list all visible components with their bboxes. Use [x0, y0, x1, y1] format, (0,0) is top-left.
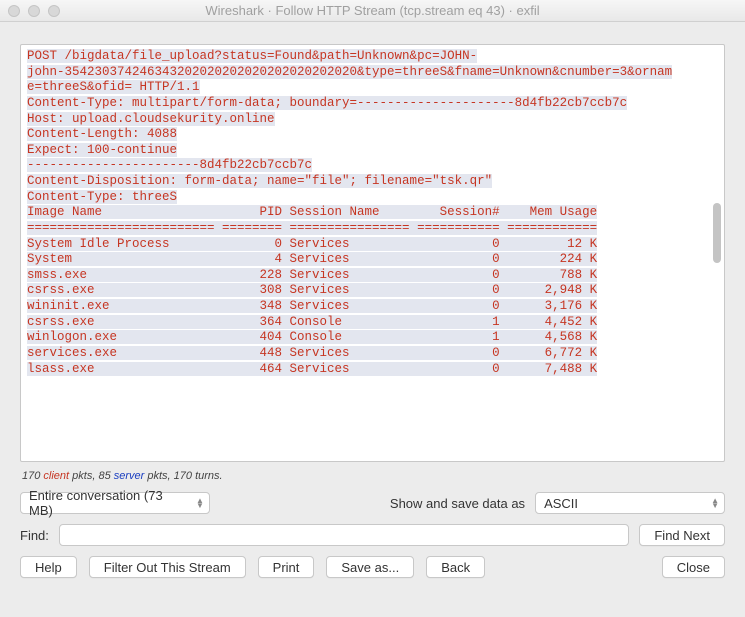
zoom-window-button[interactable] [48, 5, 60, 17]
window-title: Wireshark · Follow HTTP Stream (tcp.stre… [205, 3, 539, 18]
server-pkts-count: 85 [98, 470, 110, 482]
stream-line: POST /bigdata/file_upload?status=Found&p… [27, 49, 704, 65]
back-button[interactable]: Back [426, 556, 485, 578]
find-input[interactable] [59, 524, 629, 546]
stream-line: Content-Type: multipart/form-data; bound… [27, 96, 704, 112]
conversation-row: Entire conversation (73 MB) ▲▼ Show and … [20, 492, 725, 514]
stream-line: e=threeS&ofid= HTTP/1.1 [27, 80, 704, 96]
content-area: POST /bigdata/file_upload?status=Found&p… [0, 22, 745, 617]
stream-line: csrss.exe 364 Console 1 4,452 K [27, 315, 704, 331]
help-button[interactable]: Help [20, 556, 77, 578]
close-window-button[interactable] [8, 5, 20, 17]
stream-line: Host: upload.cloudsekurity.online [27, 112, 704, 128]
turns-count: 170 turns. [174, 470, 223, 482]
scroll-thumb[interactable] [713, 203, 721, 263]
traffic-lights [8, 5, 60, 17]
stream-line: -----------------------8d4fb22cb7ccb7c [27, 158, 704, 174]
client-label: client [43, 470, 69, 482]
bottom-button-row: Help Filter Out This Stream Print Save a… [20, 556, 725, 578]
chevron-updown-icon: ▲▼ [196, 498, 204, 508]
print-button[interactable]: Print [258, 556, 315, 578]
encoding-select[interactable]: ASCII ▲▼ [535, 492, 725, 514]
server-label: server [114, 470, 145, 482]
stream-line: services.exe 448 Services 0 6,772 K [27, 346, 704, 362]
minimize-window-button[interactable] [28, 5, 40, 17]
find-label: Find: [20, 528, 49, 543]
filter-out-stream-button[interactable]: Filter Out This Stream [89, 556, 246, 578]
stream-text-area[interactable]: POST /bigdata/file_upload?status=Found&p… [20, 44, 725, 462]
find-row: Find: Find Next [20, 524, 725, 546]
stream-line: wininit.exe 348 Services 0 3,176 K [27, 299, 704, 315]
stream-content: POST /bigdata/file_upload?status=Found&p… [21, 45, 710, 461]
vertical-scrollbar[interactable] [711, 46, 723, 460]
stream-line: Content-Length: 4088 [27, 127, 704, 143]
stream-line: csrss.exe 308 Services 0 2,948 K [27, 283, 704, 299]
client-pkts-count: 170 [22, 470, 40, 482]
stream-line: System Idle Process 0 Services 0 12 K [27, 237, 704, 253]
conversation-select[interactable]: Entire conversation (73 MB) ▲▼ [20, 492, 210, 514]
stream-line: Content-Disposition: form-data; name="fi… [27, 174, 704, 190]
stream-line: lsass.exe 464 Services 0 7,488 K [27, 362, 704, 378]
stream-line: ========================= ======== =====… [27, 221, 704, 237]
stream-line: Expect: 100-continue [27, 143, 704, 159]
stream-line: Content-Type: threeS [27, 190, 704, 206]
find-next-button[interactable]: Find Next [639, 524, 725, 546]
stream-line: Image Name PID Session Name Session# Mem… [27, 205, 704, 221]
stream-line: smss.exe 228 Services 0 788 K [27, 268, 704, 284]
packet-summary: 170 client pkts, 85 server pkts, 170 tur… [22, 470, 723, 482]
encoding-select-value: ASCII [544, 496, 578, 511]
save-as-button[interactable]: Save as... [326, 556, 414, 578]
titlebar: Wireshark · Follow HTTP Stream (tcp.stre… [0, 0, 745, 22]
chevron-updown-icon: ▲▼ [711, 498, 719, 508]
stream-line: System 4 Services 0 224 K [27, 252, 704, 268]
show-data-label: Show and save data as [390, 496, 525, 511]
stream-line: john-35423037424634320202020202020202020… [27, 65, 704, 81]
conversation-select-value: Entire conversation (73 MB) [29, 488, 189, 518]
stream-line: winlogon.exe 404 Console 1 4,568 K [27, 330, 704, 346]
close-button[interactable]: Close [662, 556, 725, 578]
